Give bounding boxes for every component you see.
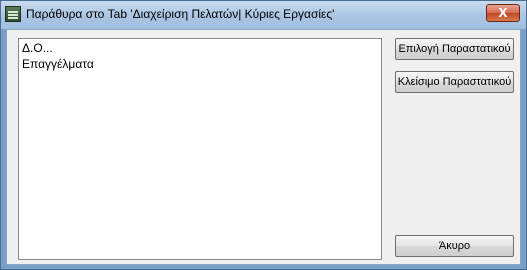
window-listbox[interactable]: Δ.Ο... Επαγγέλματα xyxy=(18,38,382,260)
close-window-button[interactable]: X xyxy=(486,4,520,22)
close-icon: X xyxy=(498,6,508,20)
window-title: Παράθυρα στο Tab 'Διαχείριση Πελατών| Κύ… xyxy=(26,7,335,21)
list-item-professions[interactable]: Επαγγέλματα xyxy=(22,57,378,73)
cancel-button[interactable]: Άκυρο xyxy=(395,235,514,257)
app-icon xyxy=(5,6,21,22)
close-document-button[interactable]: Κλείσιμο Παραστατικού xyxy=(395,71,514,93)
dialog-window: Παράθυρα στο Tab 'Διαχείριση Πελατών| Κύ… xyxy=(0,0,527,270)
select-document-button[interactable]: Επιλογή Παραστατικού xyxy=(395,38,514,60)
title-bar[interactable]: Παράθυρα στο Tab 'Διαχείριση Πελατών| Κύ… xyxy=(1,1,526,29)
list-item-do[interactable]: Δ.Ο... xyxy=(22,41,378,57)
dialog-body: Δ.Ο... Επαγγέλματα Επιλογή Παραστατικού … xyxy=(6,29,521,265)
